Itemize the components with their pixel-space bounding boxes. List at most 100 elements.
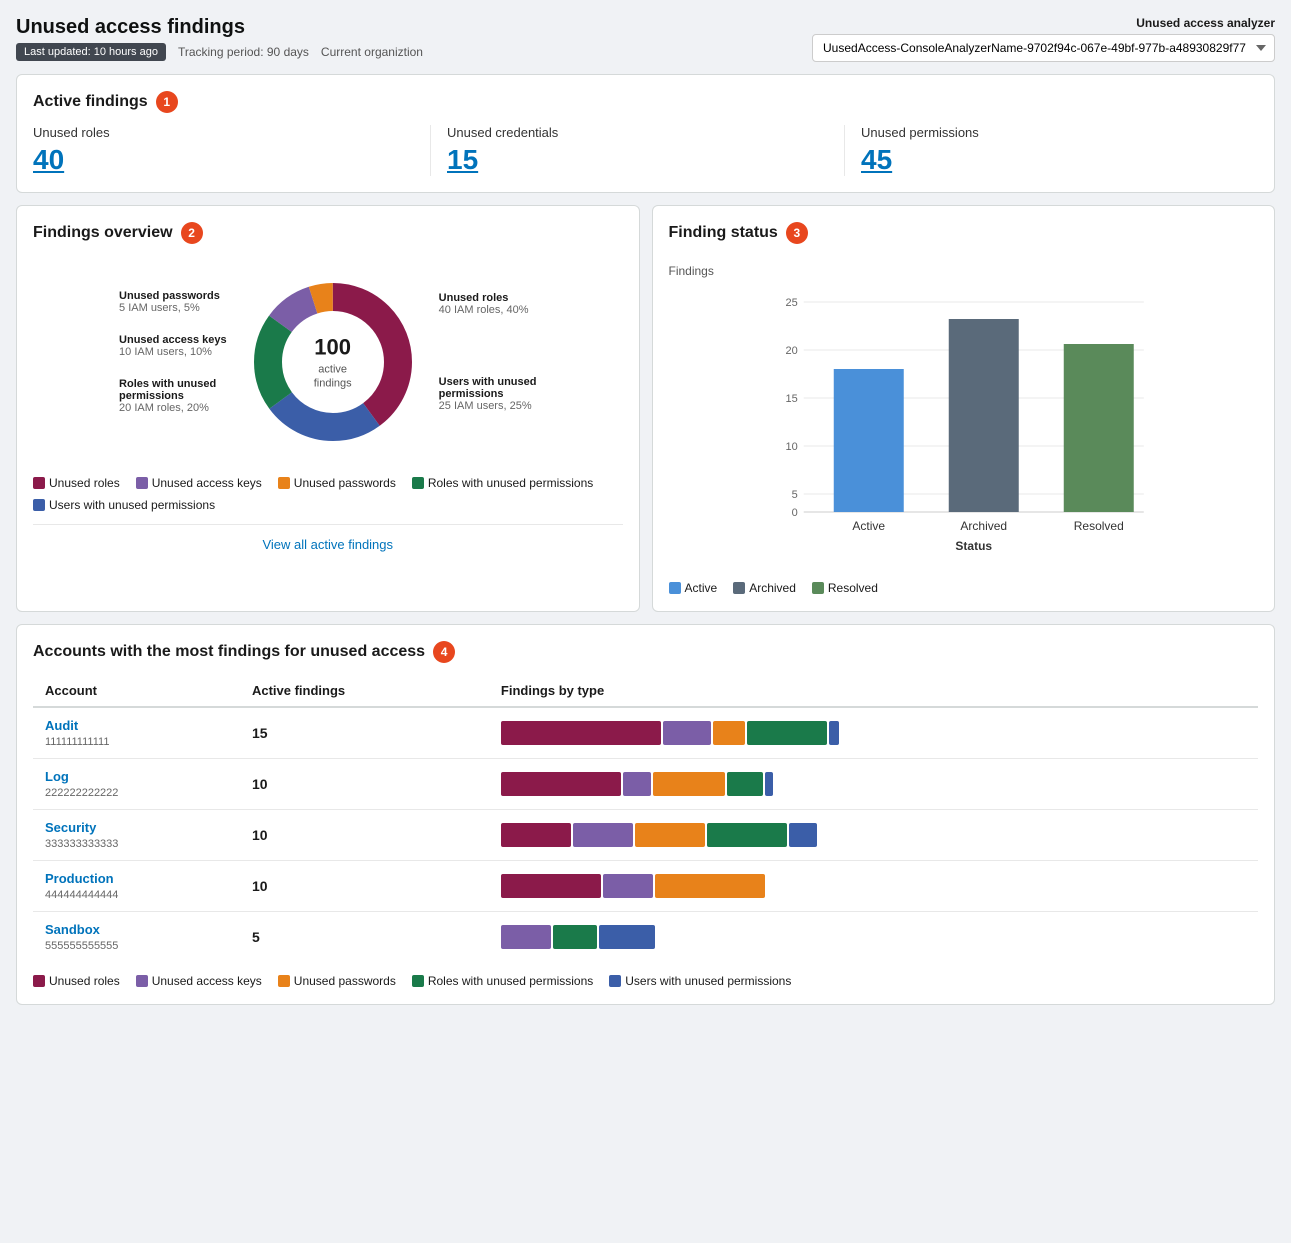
table-row: Security 333333333333 10 bbox=[33, 810, 1258, 861]
table-row: Audit 111111111111 15 bbox=[33, 707, 1258, 759]
accounts-legend-roles-perms: Roles with unused permissions bbox=[412, 974, 593, 988]
view-all-link[interactable]: View all active findings bbox=[33, 524, 623, 552]
svg-text:15: 15 bbox=[785, 393, 797, 405]
tracking-period: Tracking period: 90 days bbox=[178, 45, 309, 59]
svg-text:Resolved: Resolved bbox=[1073, 519, 1123, 533]
active-findings-title: Active findings 1 bbox=[33, 91, 1258, 113]
donut-labels-left: Unused passwords 5 IAM users, 5% Unused … bbox=[119, 290, 227, 434]
account-link-sandbox[interactable]: Sandbox bbox=[45, 922, 228, 937]
svg-text:25: 25 bbox=[785, 297, 797, 309]
stacked-bar-3 bbox=[501, 874, 1246, 898]
legend-active: Active bbox=[669, 581, 718, 595]
donut-label-unused-roles: Unused roles 40 IAM roles, 40% bbox=[439, 292, 537, 316]
col-findings-by-type: Findings by type bbox=[489, 675, 1258, 707]
last-updated-badge: Last updated: 10 hours ago bbox=[16, 43, 166, 61]
analyzer-select[interactable]: UusedAccess-ConsoleAnalyzerName-9702f94c… bbox=[812, 34, 1275, 62]
account-id-3: 444444444444 bbox=[45, 889, 118, 901]
donut-label-access-keys-title: Unused access keys bbox=[119, 334, 227, 346]
unused-credentials-label: Unused credentials bbox=[447, 125, 828, 140]
legend-swatch-resolved bbox=[812, 582, 824, 594]
unused-credentials-stat: Unused credentials 15 bbox=[431, 125, 845, 176]
svg-text:20: 20 bbox=[785, 345, 797, 357]
findings-num-0: 15 bbox=[252, 725, 268, 741]
donut-label-users-unused-perms-sub: 25 IAM users, 25% bbox=[439, 400, 537, 412]
accounts-legend-access-keys: Unused access keys bbox=[136, 974, 262, 988]
legend-resolved: Resolved bbox=[812, 581, 878, 595]
account-id-1: 222222222222 bbox=[45, 787, 118, 799]
donut-label-passwords: Unused passwords 5 IAM users, 5% bbox=[119, 290, 227, 314]
svg-text:0: 0 bbox=[791, 507, 797, 519]
legend-swatch-archived bbox=[733, 582, 745, 594]
donut-label-unused-roles-sub: 40 IAM roles, 40% bbox=[439, 304, 537, 316]
table-row: Sandbox5555555555555 bbox=[33, 912, 1258, 963]
findings-num-1: 10 bbox=[252, 776, 268, 792]
unused-permissions-value[interactable]: 45 bbox=[861, 144, 1242, 176]
unused-roles-stat: Unused roles 40 bbox=[33, 125, 431, 176]
legend-unused-passwords: Unused passwords bbox=[278, 476, 396, 490]
accounts-card: Accounts with the most findings for unus… bbox=[16, 624, 1275, 1005]
unused-credentials-value[interactable]: 15 bbox=[447, 144, 828, 176]
legend-swatch-roles-unused-perms bbox=[412, 477, 424, 489]
legend-access-keys: Unused access keys bbox=[136, 476, 262, 490]
donut-label-roles-unused-perms: Roles with unusedpermissions 20 IAM role… bbox=[119, 378, 227, 414]
legend-swatch-users-unused-perms bbox=[33, 499, 45, 511]
table-row: Log 222222222222 10 bbox=[33, 759, 1258, 810]
bar-active bbox=[833, 369, 903, 512]
unused-roles-value[interactable]: 40 bbox=[33, 144, 414, 176]
stacked-bar-1 bbox=[501, 772, 1246, 796]
accounts-legend-unused-roles: Unused roles bbox=[33, 974, 120, 988]
col-active-findings: Active findings bbox=[240, 675, 489, 707]
legend-swatch-unused-passwords bbox=[278, 477, 290, 489]
legend-swatch-unused-roles bbox=[33, 477, 45, 489]
account-link-log[interactable]: Log bbox=[45, 769, 228, 784]
accounts-badge: 4 bbox=[433, 641, 455, 663]
accounts-legend-passwords: Unused passwords bbox=[278, 974, 396, 988]
findings-overview-legend: Unused roles Unused access keys Unused p… bbox=[33, 476, 623, 512]
bar-resolved bbox=[1063, 344, 1133, 512]
donut-label-access-keys: Unused access keys 10 IAM users, 10% bbox=[119, 334, 227, 358]
donut-center-text: 100 activefindings bbox=[314, 333, 352, 390]
unused-roles-label: Unused roles bbox=[33, 125, 414, 140]
donut-labels-right: Unused roles 40 IAM roles, 40% Users wit… bbox=[439, 292, 537, 432]
analyzer-label: Unused access analyzer bbox=[812, 16, 1275, 30]
findings-num-4: 5 bbox=[252, 929, 260, 945]
active-findings-grid: Unused roles 40 Unused credentials 15 Un… bbox=[33, 125, 1258, 176]
account-link-production[interactable]: Production bbox=[45, 871, 228, 886]
legend-roles-unused-perms: Roles with unused permissions bbox=[412, 476, 593, 490]
donut-label-roles-unused-perms-title: Roles with unusedpermissions bbox=[119, 378, 227, 402]
donut-label-users-unused-perms: Users with unusedpermissions 25 IAM user… bbox=[439, 376, 537, 412]
findings-overview-title: Findings overview 2 bbox=[33, 222, 623, 244]
accounts-title: Accounts with the most findings for unus… bbox=[33, 641, 1258, 663]
donut-label-unused-roles-title: Unused roles bbox=[439, 292, 537, 304]
donut-container: Unused passwords 5 IAM users, 5% Unused … bbox=[33, 256, 623, 468]
findings-overview-badge: 2 bbox=[181, 222, 203, 244]
stacked-bar-4 bbox=[501, 925, 1246, 949]
stacked-bar-0 bbox=[501, 721, 1246, 745]
findings-num-2: 10 bbox=[252, 827, 268, 843]
legend-swatch-access-keys bbox=[136, 477, 148, 489]
bar-archived bbox=[948, 319, 1018, 512]
unused-permissions-stat: Unused permissions 45 bbox=[845, 125, 1258, 176]
account-link-security[interactable]: Security bbox=[45, 820, 228, 835]
account-id-4: 555555555555 bbox=[45, 940, 118, 952]
svg-text:Archived: Archived bbox=[960, 519, 1007, 533]
account-link-audit[interactable]: Audit bbox=[45, 718, 228, 733]
legend-swatch-active bbox=[669, 582, 681, 594]
svg-text:10: 10 bbox=[785, 441, 797, 453]
bar-chart-svg: 25 20 15 10 5 0 Active Archived Resolved bbox=[669, 282, 1259, 562]
finding-status-title: Finding status 3 bbox=[669, 222, 1259, 244]
account-id-2: 333333333333 bbox=[45, 838, 118, 850]
col-account: Account bbox=[33, 675, 240, 707]
donut-label-passwords-title: Unused passwords bbox=[119, 290, 227, 302]
finding-status-card: Finding status 3 Findings 25 20 15 bbox=[652, 205, 1276, 612]
accounts-legend: Unused roles Unused access keys Unused p… bbox=[33, 974, 1258, 988]
accounts-legend-users-perms: Users with unused permissions bbox=[609, 974, 791, 988]
organization: Current organiztion bbox=[321, 45, 423, 59]
bar-chart-wrapper: Findings 25 20 15 10 5 0 bbox=[669, 256, 1259, 573]
accounts-table: Account Active findings Findings by type… bbox=[33, 675, 1258, 962]
table-row: Production44444444444410 bbox=[33, 861, 1258, 912]
account-id-0: 111111111111 bbox=[45, 736, 109, 748]
stacked-bar-2 bbox=[501, 823, 1246, 847]
svg-text:Active: Active bbox=[852, 519, 885, 533]
y-axis-label: Findings bbox=[669, 264, 1259, 278]
